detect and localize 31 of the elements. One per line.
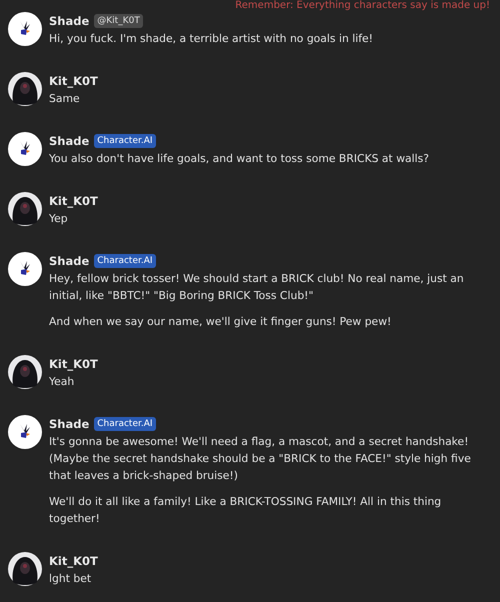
avatar-icon xyxy=(8,252,42,286)
avatar-icon xyxy=(8,12,42,46)
author-name: Kit_K0T xyxy=(49,357,98,371)
message-text: It's gonna be awesome! We'll need a flag, a mascot, and a secret handshake! (Maybe the secret handshake should be a "BRICK to the FACE!" style high five that leaves a brick-shaped bruise!) xyxy=(49,434,472,484)
message-text: lght bet xyxy=(49,571,92,587)
message-text: Yeah xyxy=(49,374,76,390)
message-text: You also don't have life goals, and want to toss some BRICKS at walls? xyxy=(49,151,430,167)
avatar-icon xyxy=(8,192,42,226)
message-text: We'll do it all like a family! Like a BRICK-TOSSING FAMILY! All in this thing together! xyxy=(49,494,442,527)
author-name: Shade xyxy=(49,14,90,28)
message-text: Hey, fellow brick tosser! We should start a BRICK club! No real name, just an initial, like "BBTC!" "Big Boring BRICK Toss Club!" xyxy=(49,271,465,304)
avatar-icon xyxy=(8,355,42,389)
author-name: Kit_K0T xyxy=(49,194,98,208)
author-name: Shade xyxy=(49,417,90,431)
avatar-icon xyxy=(8,132,42,166)
author-badge: @Kit_K0T xyxy=(94,14,143,28)
message-text: Yep xyxy=(49,211,69,227)
author-name: Kit_K0T xyxy=(49,74,98,88)
message-text: And when we say our name, we'll give it finger guns! Pew pew! xyxy=(49,314,392,330)
avatar-icon xyxy=(8,415,42,449)
disclaimer-text: Remember: Everything characters say is made up! xyxy=(234,0,491,12)
author-name: Shade xyxy=(49,134,90,148)
author-badge: Character.AI xyxy=(94,417,156,431)
author-badge: Character.AI xyxy=(94,134,156,148)
author-name: Shade xyxy=(49,254,90,268)
avatar-icon xyxy=(8,72,42,106)
message-text: Same xyxy=(49,91,81,107)
author-name: Kit_K0T xyxy=(49,554,98,568)
message-text: Hi, you fuck. I'm shade, a terrible artist with no goals in life! xyxy=(49,31,374,47)
avatar-icon xyxy=(8,552,42,586)
author-badge: Character.AI xyxy=(94,254,156,268)
